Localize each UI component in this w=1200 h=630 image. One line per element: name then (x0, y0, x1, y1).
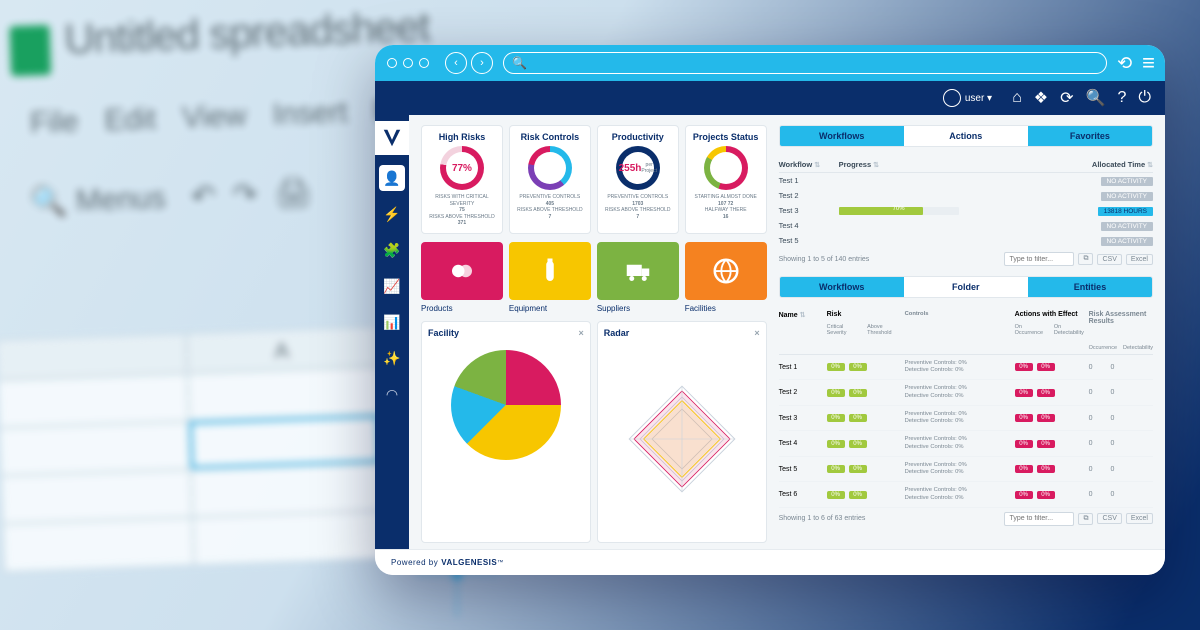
spreadsheet-menu: FileEditViewInsertF (30, 93, 419, 141)
table-row[interactable]: Test 2 NO ACTIVITY (779, 188, 1153, 203)
sort-icon[interactable]: ⇅ (814, 162, 820, 169)
kpi-card[interactable]: High Risks 77% RISKS WITH CRITICAL SEVER… (421, 125, 503, 234)
table-row[interactable]: Test 4 NO ACTIVITY (779, 218, 1153, 233)
tab-folder[interactable]: Folder (904, 277, 1028, 297)
brand-logo[interactable] (375, 121, 409, 155)
tile-label: Equipment (509, 304, 591, 313)
risk-table: Name⇅ Risk Critical SeverityAbove Thresh… (779, 308, 1153, 526)
radar-panel: Radar × (597, 321, 767, 544)
facility-pie-chart (451, 350, 561, 460)
refresh-icon[interactable]: ⟳ (1060, 88, 1073, 108)
address-bar[interactable]: 🔍 (503, 52, 1107, 74)
category-labels: Products Equipment Suppliers Facilities (421, 304, 767, 313)
user-menu[interactable]: user ▾ (943, 89, 992, 107)
tile-products[interactable] (421, 242, 503, 300)
tab-workflows[interactable]: Workflows (780, 126, 904, 146)
app-window: ‹ › 🔍 ⟲ ≡ user ▾ ⌂ ❖ ⟳ 🔍 ? ⏻ 👤 ⚡ 🧩 📈 📊 ✨… (375, 45, 1165, 575)
table-row[interactable]: Test 1 NO ACTIVITY (779, 173, 1153, 188)
search-icon: 🔍 (512, 56, 527, 70)
app-topbar: user ▾ ⌂ ❖ ⟳ 🔍 ? ⏻ (375, 81, 1165, 115)
copy-icon[interactable]: ⧉ (1078, 253, 1093, 265)
filter-input[interactable] (1004, 512, 1074, 526)
search-icon[interactable]: 🔍 (1086, 88, 1106, 108)
sidebar-bolt-icon[interactable]: ⚡ (379, 201, 405, 227)
export-csv[interactable]: CSV (1097, 254, 1121, 265)
power-icon[interactable]: ⏻ (1138, 89, 1151, 107)
panel-close-icon[interactable]: × (754, 328, 759, 338)
workflow-table: Workflow⇅ Progress⇅ Allocated Time⇅ Test… (779, 157, 1153, 266)
radar-chart (604, 342, 760, 537)
spreadsheet-toolbar: 🔍 Menus ↶ ↷ 🖨 (29, 175, 329, 220)
kpi-card[interactable]: Projects Status STARTING ALMOST DONE107 … (685, 125, 767, 234)
table-row[interactable]: Test 6 0%0% Preventive Controls: 0%Detec… (779, 482, 1153, 507)
tile-facilities[interactable] (685, 242, 767, 300)
layers-icon[interactable]: ❖ (1034, 88, 1048, 108)
sort-icon[interactable]: ⇅ (873, 162, 879, 169)
sidebar-gauge-icon[interactable]: ◠ (379, 381, 405, 407)
reload-icon[interactable]: ⟲ (1117, 53, 1132, 74)
tabs-top: Workflows Actions Favorites (779, 125, 1153, 147)
table-showing: Showing 1 to 6 of 63 entries (779, 515, 866, 522)
filter-input[interactable] (1004, 252, 1074, 266)
table-showing: Showing 1 to 5 of 140 entries (779, 256, 870, 263)
sidebar-puzzle-icon[interactable]: 🧩 (379, 237, 405, 263)
doc-title: Untitled spreadsheet (64, 3, 431, 64)
table-row[interactable]: Test 5 0%0% Preventive Controls: 0%Detec… (779, 457, 1153, 482)
table-row[interactable]: Test 3 0%0% Preventive Controls: 0%Detec… (779, 406, 1153, 431)
tab-actions[interactable]: Actions (904, 126, 1028, 146)
app-footer: Powered by VALGENESIS™ (375, 549, 1165, 575)
export-excel[interactable]: Excel (1126, 513, 1153, 524)
panel-close-icon[interactable]: × (579, 328, 584, 338)
dashboard-content: High Risks 77% RISKS WITH CRITICAL SEVER… (409, 115, 1165, 549)
category-tiles (421, 242, 767, 300)
facility-panel: Facility × (421, 321, 591, 544)
kpi-card[interactable]: Productivity 255hper Project PREVENTIVE … (597, 125, 679, 234)
tile-label: Suppliers (597, 304, 679, 313)
tile-equipment[interactable] (509, 242, 591, 300)
browser-titlebar: ‹ › 🔍 ⟲ ≡ (375, 45, 1165, 81)
sort-icon[interactable]: ⇅ (1147, 162, 1153, 169)
help-icon[interactable]: ? (1117, 89, 1126, 107)
tab-favorites[interactable]: Favorites (1028, 126, 1152, 146)
table-row[interactable]: Test 1 0%0% Preventive Controls: 0%Detec… (779, 355, 1153, 380)
sheets-app-icon (9, 25, 51, 76)
hamburger-icon[interactable]: ≡ (1142, 50, 1153, 76)
table-row[interactable]: Test 5 NO ACTIVITY (779, 233, 1153, 248)
brand-name: VALGENESIS (441, 558, 497, 567)
tile-suppliers[interactable] (597, 242, 679, 300)
tab-workflows-2[interactable]: Workflows (780, 277, 904, 297)
tabs-bottom: Workflows Folder Entities (779, 276, 1153, 298)
table-row[interactable]: Test 3 70% 13818 HOURS (779, 203, 1153, 218)
export-excel[interactable]: Excel (1126, 254, 1153, 265)
export-csv[interactable]: CSV (1097, 513, 1121, 524)
tile-label: Facilities (685, 304, 767, 313)
sidebar: 👤 ⚡ 🧩 📈 📊 ✨ ◠ (375, 115, 409, 549)
kpi-row: High Risks 77% RISKS WITH CRITICAL SEVER… (421, 125, 767, 234)
sidebar-trend-icon[interactable]: 📈 (379, 273, 405, 299)
sidebar-wand-icon[interactable]: ✨ (379, 345, 405, 371)
kpi-card[interactable]: Risk Controls PREVENTIVE CONTROLS405RISK… (509, 125, 591, 234)
nav-back-button[interactable]: ‹ (445, 52, 467, 74)
panel-title: Radar (604, 328, 630, 338)
sidebar-people-icon[interactable]: 👤 (379, 165, 405, 191)
sidebar-chart-icon[interactable]: 📊 (379, 309, 405, 335)
copy-icon[interactable]: ⧉ (1078, 513, 1093, 525)
avatar-icon (943, 89, 961, 107)
panel-title: Facility (428, 328, 459, 338)
home-icon[interactable]: ⌂ (1012, 89, 1022, 107)
tile-label: Products (421, 304, 503, 313)
table-row[interactable]: Test 4 0%0% Preventive Controls: 0%Detec… (779, 431, 1153, 456)
tab-entities[interactable]: Entities (1028, 277, 1152, 297)
nav-forward-button[interactable]: › (471, 52, 493, 74)
window-controls[interactable] (387, 58, 429, 68)
table-row[interactable]: Test 2 0%0% Preventive Controls: 0%Detec… (779, 380, 1153, 405)
